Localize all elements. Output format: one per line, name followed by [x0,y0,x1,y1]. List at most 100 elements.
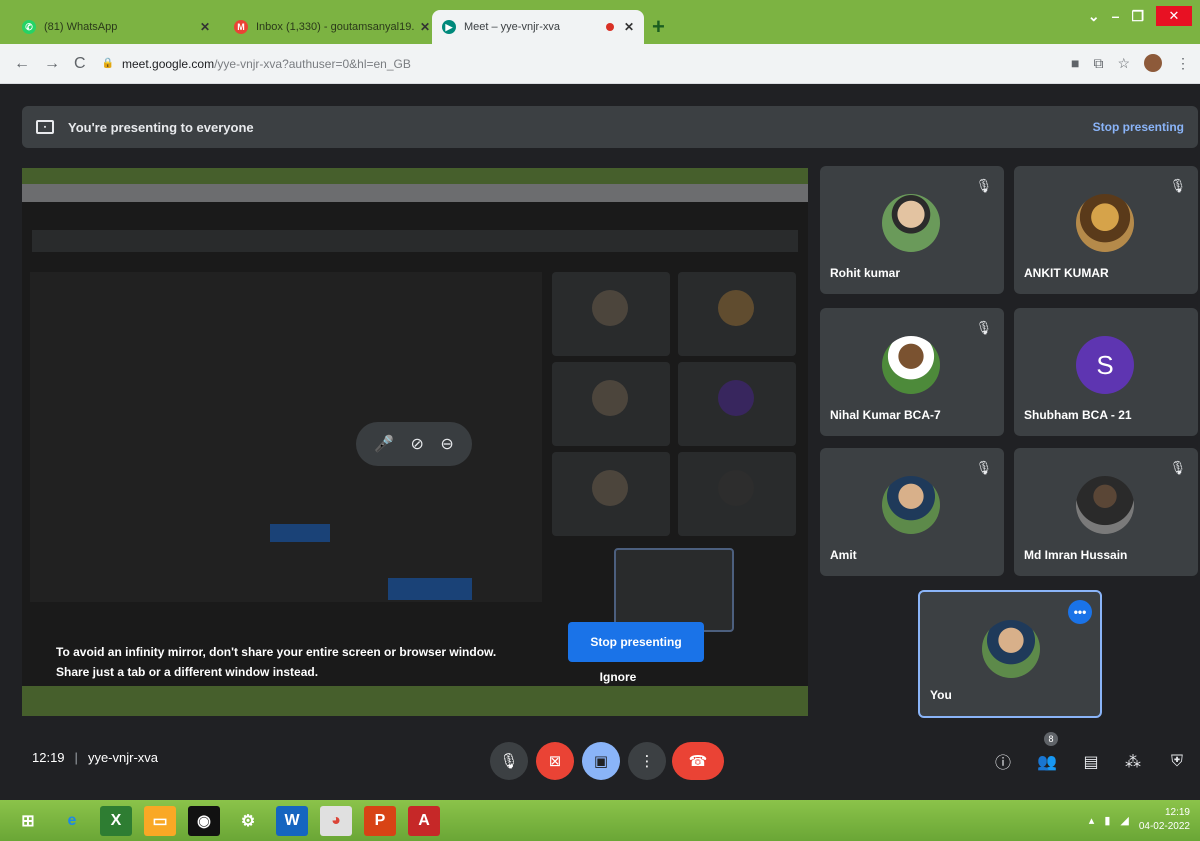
volume-icon[interactable]: ◢ [1120,814,1128,827]
participant-name: Amit [830,548,857,562]
mic-off-icon: 🎙 [1169,460,1186,475]
internet-explorer-icon[interactable]: e [56,806,88,836]
new-tab-button[interactable]: + [652,14,665,40]
mic-off-icon: 🎙 [1169,178,1186,193]
tab-title: Inbox (1,330) - goutamsanyal19... [256,21,414,33]
present-screen-icon: ▪ [36,120,54,134]
browser-toolbar: ■ ⧉ ☆ ⋮ [1071,54,1190,72]
infinity-mirror-warning: To avoid an infinity mirror, don't share… [56,642,576,682]
mic-off-icon[interactable]: 🎤 [374,434,394,454]
close-window-icon[interactable]: ✕ [1156,6,1192,26]
excel-icon[interactable]: X [100,805,132,836]
whatsapp-icon: ✆ [22,20,36,34]
minimize-icon[interactable]: – [1112,8,1120,24]
participant-tile[interactable]: 🎙 ANKIT KUMAR [1014,166,1198,294]
people-icon[interactable]: 👥 [1034,748,1060,774]
chrome-icon[interactable]: ◕ [320,805,352,836]
participant-avatar [882,194,940,252]
participant-avatar [982,620,1040,678]
end-call-button[interactable]: ☎ [672,742,724,780]
bookmark-star-icon[interactable]: ☆ [1117,55,1130,72]
participant-avatar [1076,194,1134,252]
separator: | [74,750,78,765]
system-tray: ▴ ▮ ◢ 12:19 04-02-2022 [1089,806,1190,834]
mic-off-icon: 🎙 [975,460,992,475]
meet-page: ▪ You're presenting to everyone Stop pre… [0,84,1200,800]
back-icon[interactable]: ← [14,55,30,73]
mic-off-icon: 🎙 [975,320,992,335]
more-options-button[interactable]: ⋮ [628,742,666,780]
present-button[interactable]: ▣ [582,742,620,780]
participant-name: ANKIT KUMAR [1024,266,1109,280]
stop-presenting-button[interactable]: Stop presenting [568,622,704,662]
browser-tab-strip: ✆ (81) WhatsApp ✕ M Inbox (1,330) - gout… [0,0,1200,44]
meeting-code: yye-vnjr-xva [87,750,159,765]
tab-search-icon[interactable]: ⌄ [1088,8,1100,25]
participant-avatar [882,476,940,534]
camera-off-icon: ⊠ [548,752,562,770]
mute-icon[interactable]: ⊘ [411,434,424,454]
profile-avatar[interactable] [1144,54,1162,72]
chat-icon[interactable]: ▤ [1078,748,1104,774]
mic-icon: 🎙 [499,752,519,770]
url-field[interactable]: 🔒 meet.google.com /yye-vnjr-xva?authuser… [102,57,411,71]
forward-icon[interactable]: → [44,55,60,73]
participant-name: You [930,688,952,702]
participant-tile[interactable]: 🎙 Md Imran Hussain [1014,448,1198,576]
camera-indicator-icon[interactable]: ■ [1071,55,1079,71]
close-tab-icon[interactable]: ✕ [200,20,210,34]
participant-tile[interactable]: 🎙 Amit [820,448,1004,576]
windows-start-icon[interactable]: ⊞ [12,806,44,836]
participant-tile[interactable]: 🎙 Rohit kumar [820,166,1004,294]
menu-kebab-icon[interactable]: ⋮ [1176,55,1190,72]
meeting-details: 12:19 | yye-vnjr-xva [32,750,158,765]
self-view-controls: 🎤 ⊘ ⊖ [356,422,472,466]
powerpoint-icon[interactable]: P [364,805,396,836]
participant-avatar [882,336,940,394]
url-host: meet.google.com [122,56,215,71]
warning-line: To avoid an infinity mirror, don't share… [56,645,497,659]
mic-off-icon: 🎙 [975,178,992,193]
more-options-icon[interactable]: ••• [1068,600,1092,624]
microphone-button[interactable]: 🎙 [490,742,528,780]
tab-gmail[interactable]: M Inbox (1,330) - goutamsanyal19... ✕ [224,10,440,44]
self-view-tile[interactable]: ••• You [918,590,1102,718]
close-tab-icon[interactable]: ✕ [624,20,634,34]
share-icon[interactable]: ⧉ [1093,55,1103,72]
url-path: /yye-vnjr-xva?authuser=0&hl=en_GB [214,56,411,71]
address-bar: ← → C 🔒 meet.google.com /yye-vnjr-xva?au… [0,44,1200,84]
remove-icon[interactable]: ⊖ [440,434,453,454]
kebab-icon: ⋮ [639,752,655,770]
activities-icon[interactable]: ⁂ [1120,748,1146,774]
taskbar-date: 04-02-2022 [1138,821,1190,832]
meeting-controls-bar: 12:19 | yye-vnjr-xva 🎙 ⊠ ▣ ⋮ ☎ ⓘ 8 👥 ▤ ⁂… [0,720,1200,800]
maximize-icon[interactable]: ❐ [1131,8,1144,25]
file-explorer-icon[interactable]: ▭ [144,805,176,836]
host-controls-icon[interactable]: ⛨ [1164,748,1190,774]
participant-tile[interactable]: S Shubham BCA - 21 [1014,308,1198,436]
meet-icon: ▶ [442,20,456,34]
media-player-icon[interactable]: ◉ [188,805,220,836]
meeting-time: 12:19 [32,750,65,765]
stop-presenting-link[interactable]: Stop presenting [1093,120,1184,134]
network-icon[interactable]: ▮ [1104,814,1110,827]
participant-tile[interactable]: 🎙 Nihal Kumar BCA-7 [820,308,1004,436]
tab-whatsapp[interactable]: ✆ (81) WhatsApp ✕ [12,10,220,44]
window-controls: ⌄ – ❐ ✕ [1088,6,1192,26]
close-tab-icon[interactable]: ✕ [420,20,430,34]
info-icon[interactable]: ⓘ [990,748,1016,774]
camera-button[interactable]: ⊠ [536,742,574,780]
clock[interactable]: 12:19 04-02-2022 [1139,806,1190,834]
participant-name: Rohit kumar [830,266,901,280]
ignore-button[interactable]: Ignore [578,670,658,684]
windows-taskbar: ⊞ e X ▭ ◉ ⚙ W ◕ P A ▴ ▮ ◢ 12:19 04-02-20… [0,800,1200,841]
settings-icon[interactable]: ⚙ [232,806,264,836]
tray-arrow-icon[interactable]: ▴ [1089,814,1095,827]
hang-up-icon: ☎ [688,752,708,770]
tab-meet[interactable]: ▶ Meet – yye-vnjr-xva ✕ [432,10,644,44]
word-icon[interactable]: W [276,805,308,836]
lock-icon: 🔒 [101,58,115,69]
acrobat-icon[interactable]: A [408,805,440,836]
gmail-icon: M [234,20,248,34]
reload-icon[interactable]: C [74,55,86,73]
